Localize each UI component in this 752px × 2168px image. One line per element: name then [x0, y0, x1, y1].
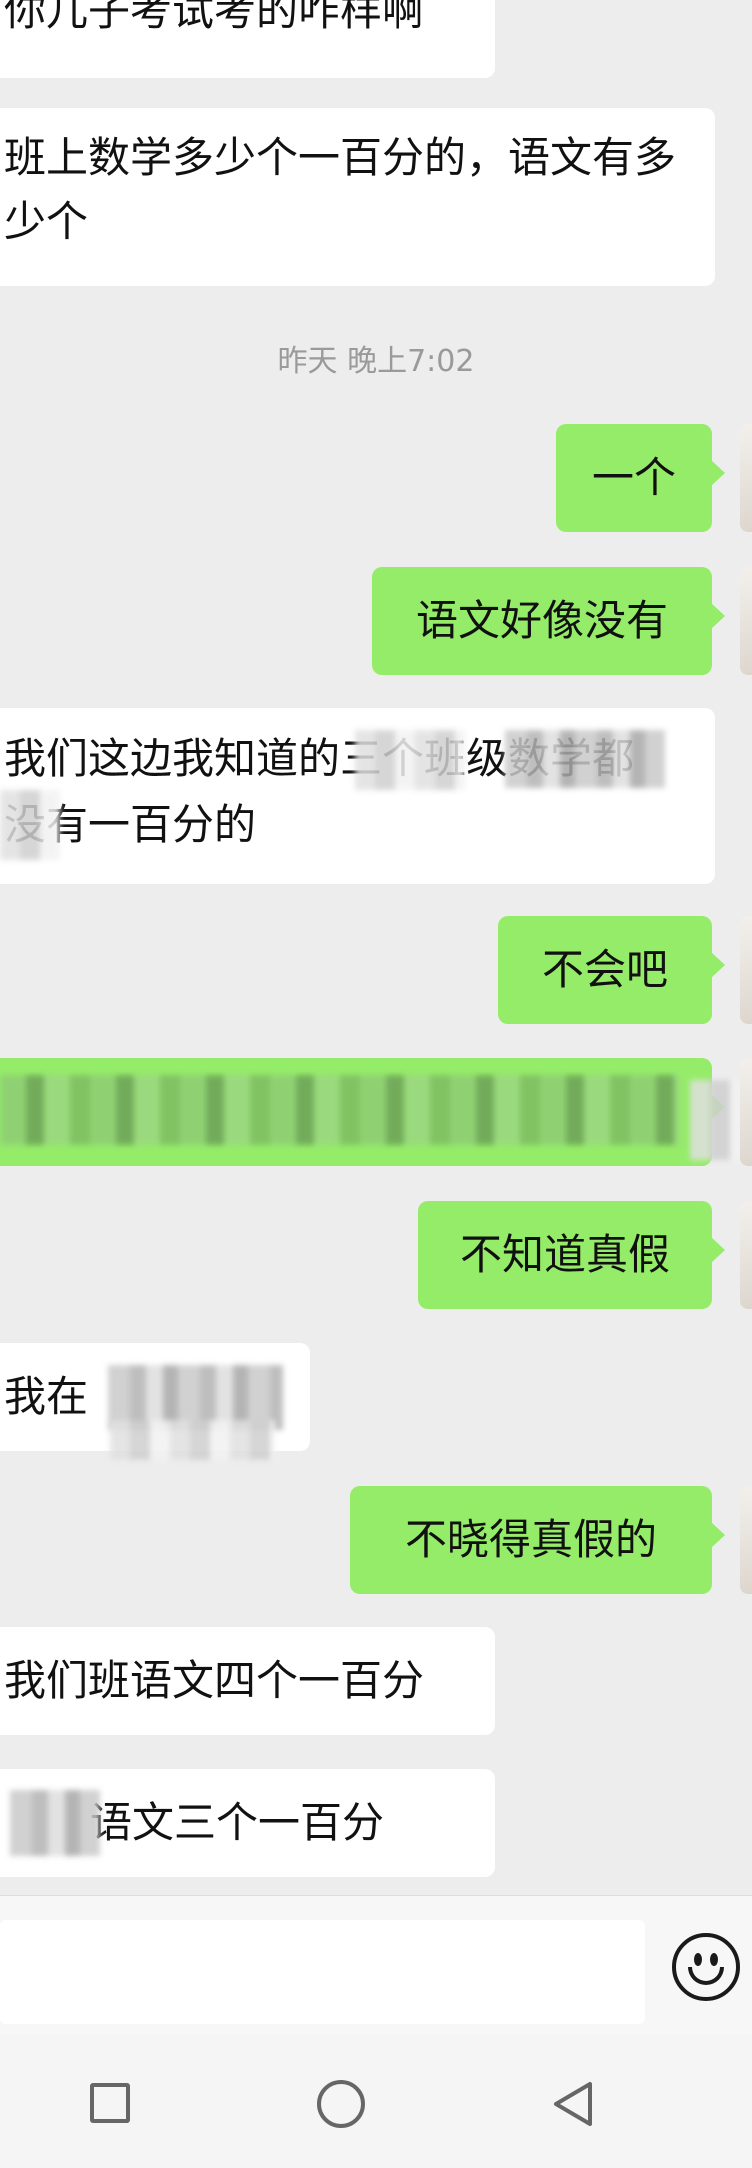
back-icon[interactable] [548, 2079, 598, 2129]
redaction-blur [10, 1790, 100, 1856]
redaction-blur [0, 790, 60, 860]
message-text: 你儿子考试考的咋样啊 [4, 0, 425, 35]
message-text: 一个 [591, 453, 676, 502]
message-text: 不会吧 [541, 945, 668, 994]
message-sent[interactable]: 语文好像没有 [372, 567, 725, 675]
avatar[interactable] [740, 424, 752, 532]
message-received[interactable]: 我们班语文四个一百分 [0, 1627, 495, 1735]
message-text: 我们班语文四个一百分 [4, 1656, 425, 1705]
message-text: 语文好像没有 [415, 596, 668, 645]
message-sent[interactable]: 不知道真假 [418, 1201, 725, 1309]
message-text: 语文三个一百分 [90, 1798, 385, 1847]
redaction-blur [110, 1420, 275, 1460]
redaction-blur [0, 1075, 680, 1145]
message-sent[interactable]: 不晓得真假的 [350, 1486, 725, 1594]
message-text: 不晓得真假的 [404, 1515, 657, 1564]
system-navigation-bar [0, 2035, 752, 2168]
recent-apps-icon[interactable] [90, 2083, 130, 2123]
message-received[interactable]: 班上数学多少个一百分的，语文有多少个 [0, 108, 715, 286]
avatar[interactable] [740, 1058, 752, 1166]
message-received[interactable]: 你儿子考试考的咋样啊 [0, 0, 495, 78]
message-text: 不知道真假 [459, 1230, 670, 1279]
message-input[interactable] [0, 1920, 645, 2024]
avatar[interactable] [740, 567, 752, 675]
redaction-blur [355, 730, 465, 790]
avatar[interactable] [740, 1486, 752, 1594]
avatar[interactable] [740, 916, 752, 1024]
message-input-bar [0, 1895, 752, 2036]
message-sent[interactable]: 不会吧 [498, 916, 725, 1024]
timestamp: 昨天 晚上7:02 [277, 344, 475, 379]
message-text: 班上数学多少个一百分的，语文有多少个 [4, 133, 677, 246]
redaction-blur [505, 730, 665, 788]
message-text: 我在 [4, 1372, 89, 1421]
home-icon[interactable] [317, 2080, 365, 2128]
avatar[interactable] [740, 1201, 752, 1309]
chat-area: 你儿子考试考的咋样啊 班上数学多少个一百分的，语文有多少个 昨天 晚上7:02 … [0, 0, 752, 1895]
message-sent[interactable]: 一个 [556, 424, 725, 532]
emoji-icon[interactable] [672, 1933, 740, 2001]
